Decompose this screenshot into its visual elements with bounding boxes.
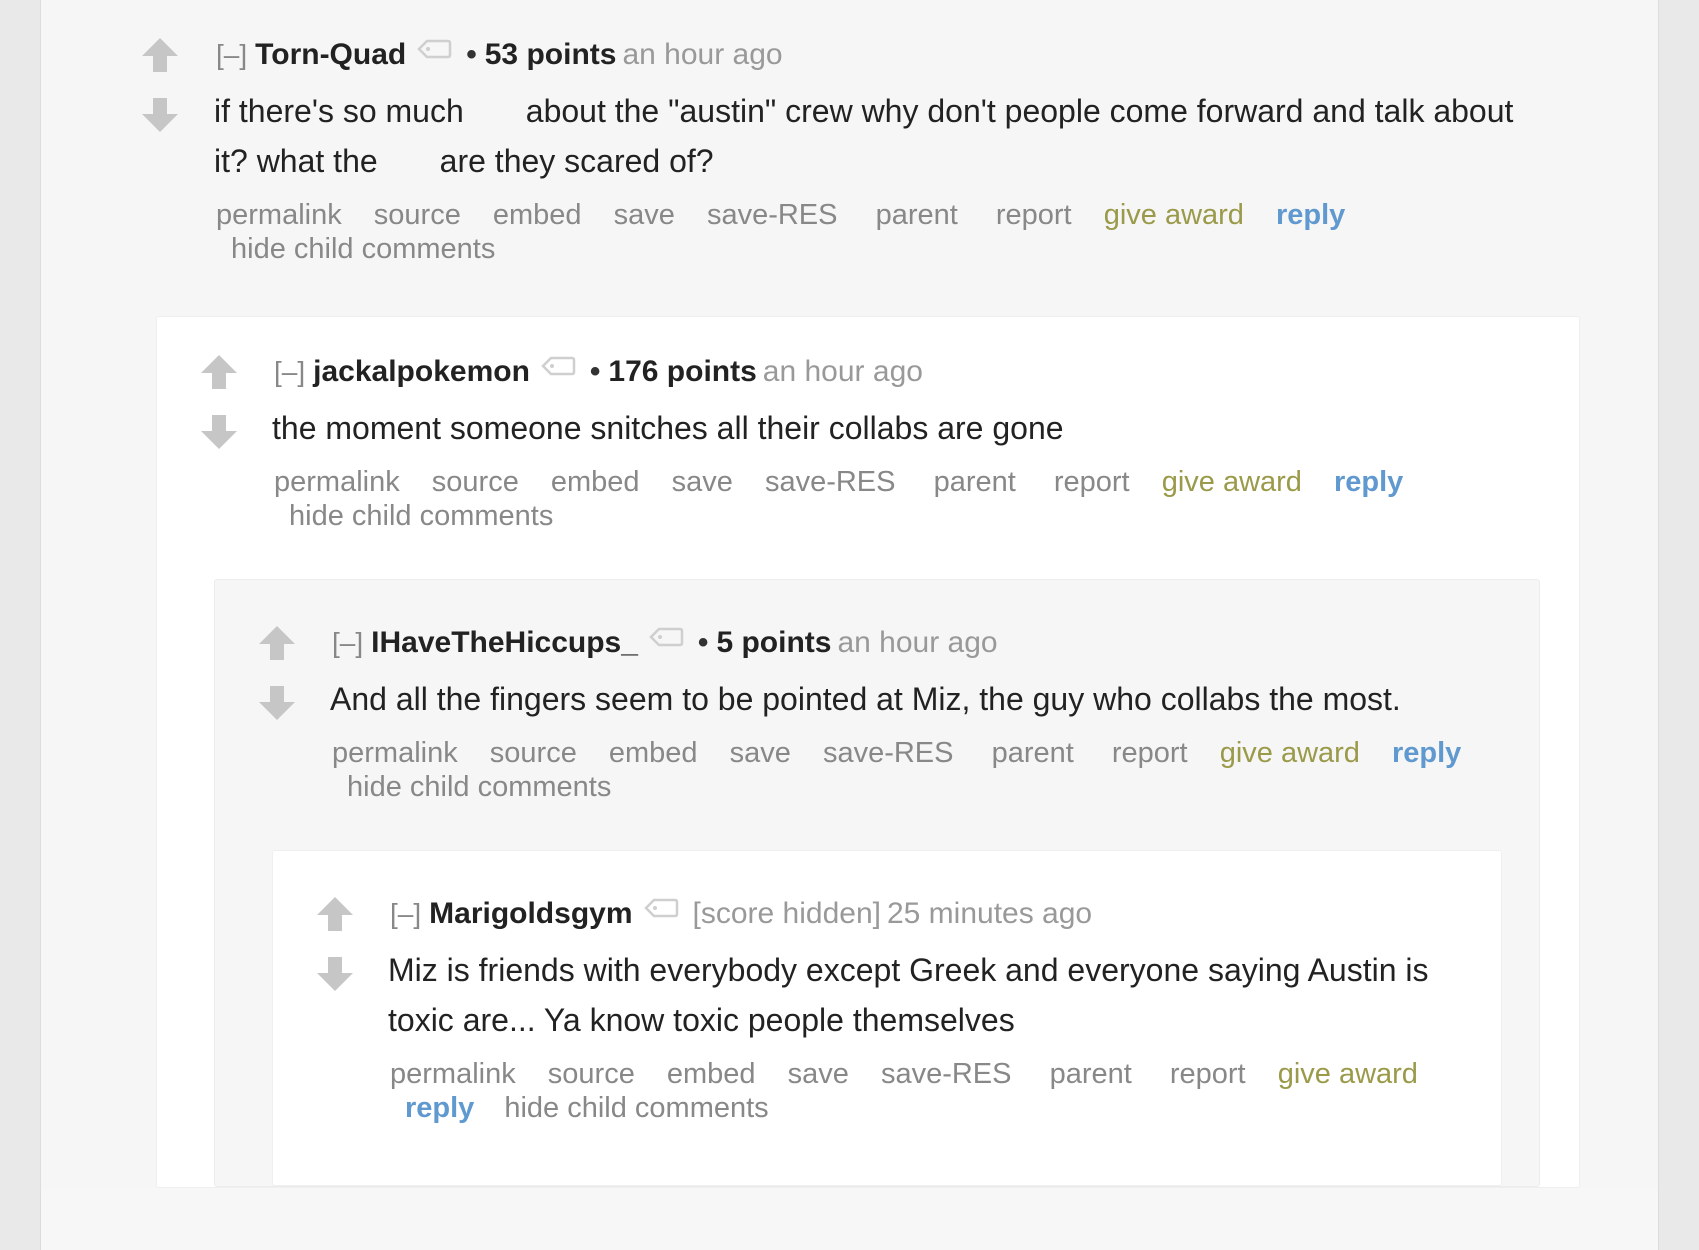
report-link[interactable]: report bbox=[1170, 1058, 1246, 1090]
score-hidden: [score hidden] bbox=[692, 897, 881, 930]
comment-body-part: are they scared of? bbox=[439, 143, 714, 179]
upvote-arrow-icon[interactable] bbox=[197, 353, 241, 393]
permalink-link[interactable]: permalink bbox=[390, 1058, 516, 1090]
upvote-arrow-icon[interactable] bbox=[255, 624, 299, 664]
vote-controls bbox=[197, 353, 241, 469]
source-link[interactable]: source bbox=[374, 199, 461, 231]
source-link[interactable]: source bbox=[490, 737, 577, 769]
downvote-arrow-icon[interactable] bbox=[138, 94, 182, 134]
timestamp: an hour ago bbox=[837, 626, 998, 659]
tag-icon[interactable] bbox=[416, 38, 452, 60]
comment-body: Miz is friends with everybody except Gre… bbox=[388, 952, 1429, 1038]
hide-child-comments-link[interactable]: hide child comments bbox=[504, 1092, 768, 1124]
permalink-link[interactable]: permalink bbox=[332, 737, 458, 769]
comment-tagline: [–] IHaveTheHiccups_ • 5 points an hour ago bbox=[330, 624, 1539, 662]
comment-buttons: permalink source embed save save-RES par… bbox=[390, 1057, 1501, 1125]
tag-icon[interactable] bbox=[648, 626, 684, 648]
give-award-link[interactable]: give award bbox=[1104, 199, 1244, 231]
embed-link[interactable]: embed bbox=[493, 199, 582, 231]
downvote-arrow-icon[interactable] bbox=[313, 953, 357, 993]
tag-icon[interactable] bbox=[643, 897, 679, 919]
comment-body: the moment someone snitches all their co… bbox=[272, 410, 1064, 446]
timestamp: an hour ago bbox=[762, 355, 923, 388]
comment-entry: [–] Marigoldsgym [score hidden] 25 minutes … bbox=[388, 895, 1501, 1125]
give-award-link[interactable]: give award bbox=[1278, 1058, 1418, 1090]
comment-torn-quad: [–] Torn-Quad • 53 points an hour ago if the… bbox=[41, 0, 1658, 1188]
author-link[interactable]: jackalpokemon bbox=[313, 355, 530, 388]
timestamp: an hour ago bbox=[622, 38, 783, 71]
comment-buttons: permalink source embed save save-RES par… bbox=[332, 736, 1539, 804]
parent-link[interactable]: parent bbox=[876, 199, 958, 231]
vote-controls bbox=[255, 624, 299, 740]
comment-entry: [–] IHaveTheHiccups_ • 5 points an hour ago … bbox=[330, 624, 1539, 804]
parent-link[interactable]: parent bbox=[1050, 1058, 1132, 1090]
save-res-link[interactable]: save-RES bbox=[881, 1058, 1012, 1090]
score: 176 points bbox=[608, 355, 757, 388]
save-res-link[interactable]: save-RES bbox=[765, 466, 896, 498]
parent-link[interactable]: parent bbox=[992, 737, 1074, 769]
comment-buttons: permalink source embed save save-RES par… bbox=[216, 198, 1658, 266]
embed-link[interactable]: embed bbox=[551, 466, 640, 498]
comment-tagline: [–] jackalpokemon • 176 points an hour ago bbox=[272, 353, 1579, 391]
reply-link[interactable]: reply bbox=[1392, 737, 1461, 769]
report-link[interactable]: report bbox=[1112, 737, 1188, 769]
permalink-link[interactable]: permalink bbox=[216, 199, 342, 231]
score: 5 points bbox=[716, 626, 832, 659]
comment-body-part: if there's so much bbox=[214, 93, 464, 129]
collapse-toggle[interactable]: [–] bbox=[274, 356, 305, 387]
separator-dot: • bbox=[466, 38, 477, 71]
vote-controls bbox=[138, 36, 182, 152]
comment-tagline: [–] Torn-Quad • 53 points an hour ago bbox=[214, 36, 1658, 74]
separator-dot: • bbox=[697, 626, 709, 659]
author-link[interactable]: Marigoldsgym bbox=[429, 897, 632, 930]
reply-link[interactable]: reply bbox=[1334, 466, 1403, 498]
save-link[interactable]: save bbox=[730, 737, 791, 769]
save-link[interactable]: save bbox=[672, 466, 733, 498]
author-link[interactable]: IHaveTheHiccups_ bbox=[371, 626, 638, 659]
collapse-toggle[interactable]: [–] bbox=[216, 39, 247, 70]
comment-tagline: [–] Marigoldsgym [score hidden] 25 minutes … bbox=[388, 895, 1501, 933]
page-container: [–] Torn-Quad • 53 points an hour ago if the… bbox=[40, 0, 1659, 1250]
hide-child-comments-link[interactable]: hide child comments bbox=[347, 771, 611, 803]
give-award-link[interactable]: give award bbox=[1162, 466, 1302, 498]
reply-link[interactable]: reply bbox=[1276, 199, 1345, 231]
timestamp: 25 minutes ago bbox=[886, 897, 1093, 930]
vote-controls bbox=[313, 895, 357, 1011]
save-link[interactable]: save bbox=[614, 199, 675, 231]
comment-marigoldsgym: [–] Marigoldsgym [score hidden] 25 minutes … bbox=[272, 850, 1502, 1186]
collapse-toggle[interactable]: [–] bbox=[390, 898, 421, 929]
source-link[interactable]: source bbox=[548, 1058, 635, 1090]
score: 53 points bbox=[484, 38, 617, 71]
comment-ihavethehiccups: [–] IHaveTheHiccups_ • 5 points an hour ago … bbox=[214, 579, 1540, 1187]
save-res-link[interactable]: save-RES bbox=[707, 199, 838, 231]
hide-child-comments-link[interactable]: hide child comments bbox=[289, 500, 553, 532]
reply-link[interactable]: reply bbox=[405, 1092, 474, 1124]
embed-link[interactable]: embed bbox=[609, 737, 698, 769]
hide-child-comments-link[interactable]: hide child comments bbox=[231, 233, 495, 265]
upvote-arrow-icon[interactable] bbox=[138, 36, 182, 76]
comment-entry: [–] jackalpokemon • 176 points an hour ago t… bbox=[272, 353, 1579, 533]
collapse-toggle[interactable]: [–] bbox=[332, 627, 363, 658]
source-link[interactable]: source bbox=[432, 466, 519, 498]
embed-link[interactable]: embed bbox=[667, 1058, 756, 1090]
comment-body: And all the fingers seem to be pointed a… bbox=[330, 681, 1401, 717]
comment-body: if there's so much about the "austin" cre… bbox=[214, 86, 1514, 186]
downvote-arrow-icon[interactable] bbox=[255, 682, 299, 722]
report-link[interactable]: report bbox=[996, 199, 1072, 231]
author-link[interactable]: Torn-Quad bbox=[255, 38, 406, 71]
give-award-link[interactable]: give award bbox=[1220, 737, 1360, 769]
save-res-link[interactable]: save-RES bbox=[823, 737, 954, 769]
comment-thread: [–] Torn-Quad • 53 points an hour ago if the… bbox=[41, 0, 1658, 1188]
upvote-arrow-icon[interactable] bbox=[313, 895, 357, 935]
comment-entry: [–] Torn-Quad • 53 points an hour ago if the… bbox=[214, 36, 1658, 266]
parent-link[interactable]: parent bbox=[934, 466, 1016, 498]
permalink-link[interactable]: permalink bbox=[274, 466, 400, 498]
tag-icon[interactable] bbox=[540, 355, 576, 377]
report-link[interactable]: report bbox=[1054, 466, 1130, 498]
comment-buttons: permalink source embed save save-RES par… bbox=[274, 465, 1579, 533]
comment-jackalpokemon: [–] jackalpokemon • 176 points an hour ago t… bbox=[156, 316, 1580, 1188]
save-link[interactable]: save bbox=[788, 1058, 849, 1090]
downvote-arrow-icon[interactable] bbox=[197, 411, 241, 451]
separator-dot: • bbox=[589, 355, 601, 388]
